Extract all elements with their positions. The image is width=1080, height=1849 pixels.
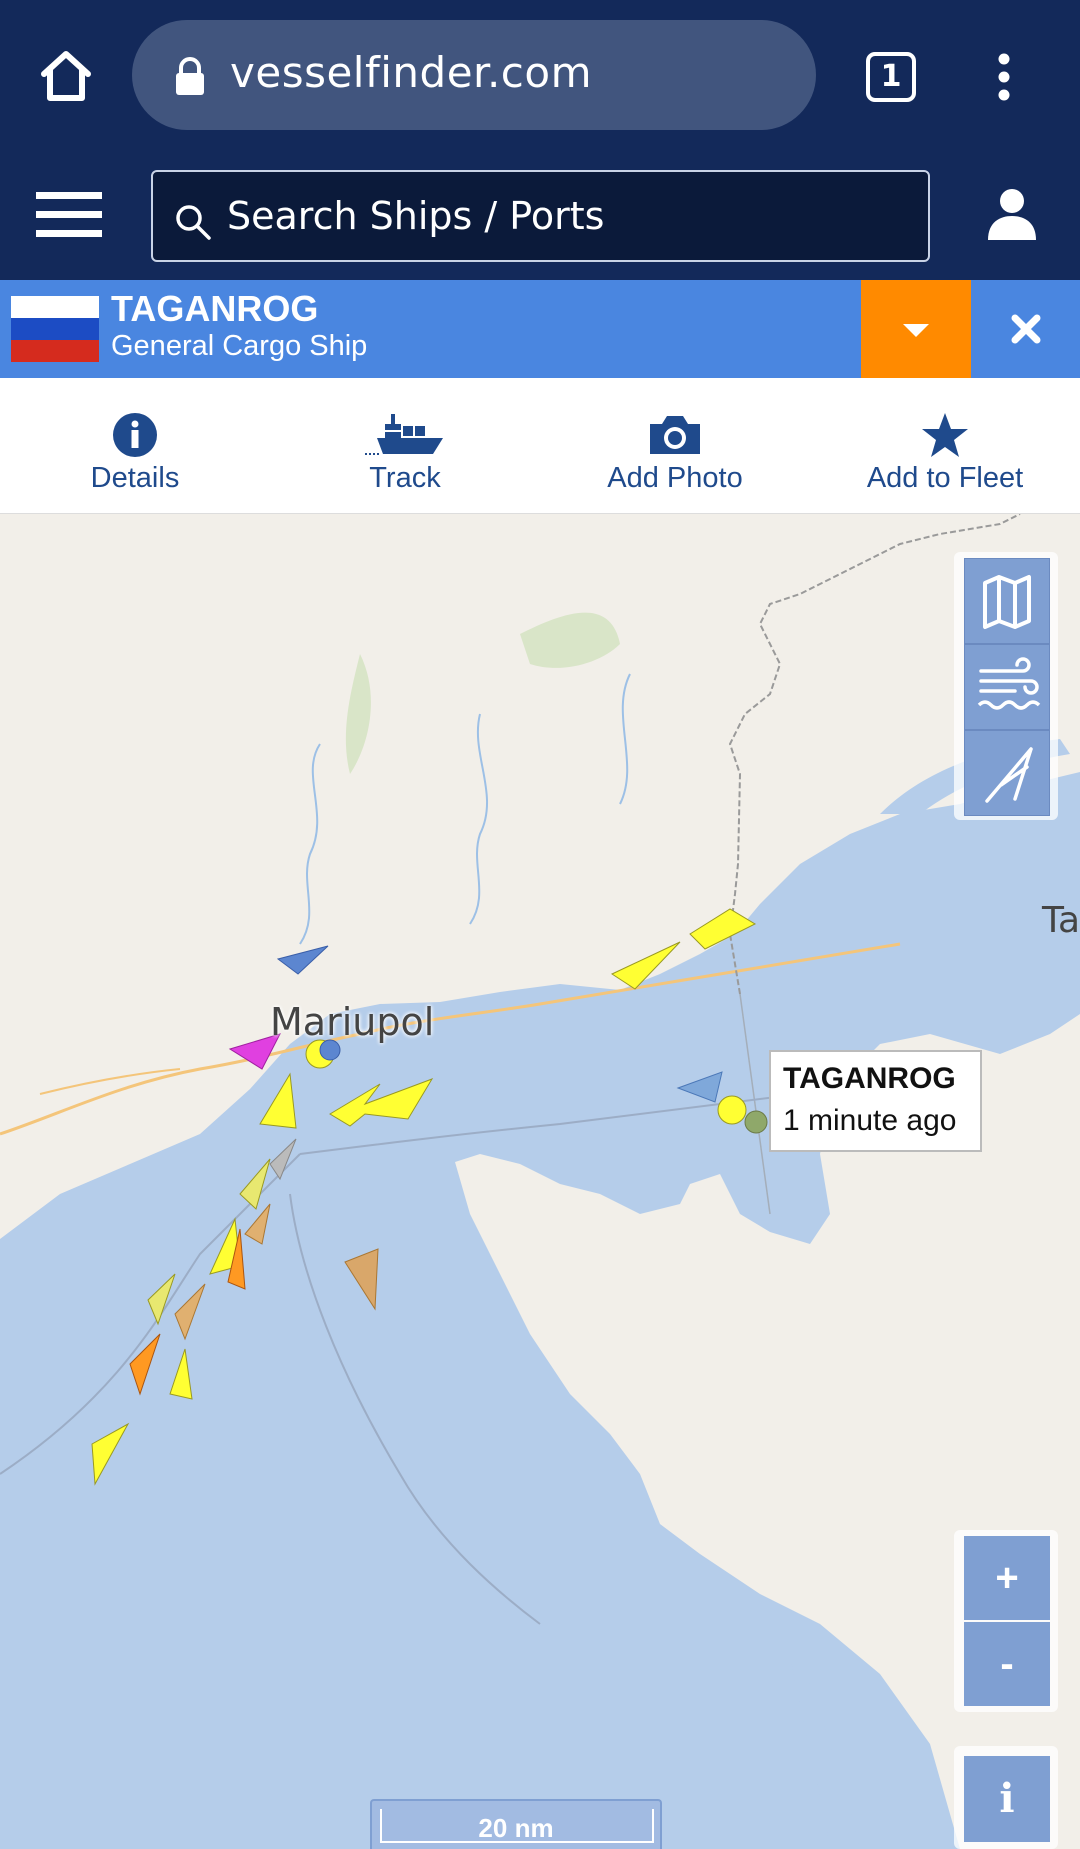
tooltip-time: 1 minute ago: [783, 1104, 957, 1137]
add-to-fleet-label: Add to Fleet: [866, 462, 1024, 494]
camera-icon: [650, 416, 700, 454]
map-icon: [983, 575, 1031, 629]
tooltip-vessel-name: TAGANROG: [783, 1062, 956, 1095]
app-header: Search Ships / Ports: [0, 152, 1080, 280]
map-view[interactable]: Mariupol Ta TAGANROG 1 minute ago + - i: [0, 514, 1080, 1849]
vessel-type: General Cargo Ship: [111, 330, 368, 362]
map-info-controls: i: [954, 1746, 1058, 1849]
search-icon: [176, 205, 211, 240]
home-icon[interactable]: [36, 46, 96, 106]
track-label: Track: [369, 462, 441, 494]
weather-layer-button[interactable]: [964, 644, 1050, 730]
map-info-button[interactable]: i: [964, 1756, 1050, 1842]
user-icon[interactable]: [984, 186, 1040, 242]
ship-icon: [365, 414, 443, 455]
measure-tool-button[interactable]: [964, 730, 1050, 816]
details-label: Details: [90, 462, 180, 494]
lock-icon: [176, 57, 204, 95]
tab-switcher-button[interactable]: 1: [866, 52, 916, 102]
close-icon: [1011, 314, 1041, 344]
details-button[interactable]: Details: [0, 378, 270, 514]
zoom-in-button[interactable]: +: [964, 1536, 1050, 1620]
url-text: vesselfinder.com: [230, 48, 593, 97]
menu-icon[interactable]: [36, 190, 102, 240]
expand-details-button[interactable]: [861, 280, 971, 378]
vessel-tooltip[interactable]: TAGANROG 1 minute ago: [769, 1050, 982, 1152]
add-photo-button[interactable]: Add Photo: [540, 378, 810, 514]
star-icon: [922, 413, 968, 457]
map-layer-controls: [954, 552, 1058, 820]
search-input[interactable]: Search Ships / Ports: [151, 170, 930, 262]
vessel-name: TAGANROG: [111, 288, 319, 329]
info-icon: [113, 413, 157, 457]
add-to-fleet-button[interactable]: Add to Fleet: [810, 378, 1080, 514]
compass-icon: [985, 747, 1033, 803]
search-placeholder: Search Ships / Ports: [227, 194, 605, 238]
zoom-controls: + -: [954, 1530, 1058, 1712]
close-button[interactable]: [971, 280, 1080, 378]
map-basemap: [0, 514, 1080, 1849]
caret-down-icon: [903, 324, 929, 337]
more-menu-icon[interactable]: [984, 52, 1024, 102]
map-type-button[interactable]: [964, 558, 1050, 644]
city-label-mariupol: Mariupol: [270, 1000, 435, 1044]
vessel-banner[interactable]: TAGANROG General Cargo Ship: [0, 280, 1080, 378]
add-photo-label: Add Photo: [607, 462, 743, 494]
action-bar: Details Track Add Photo Add to Fleet: [0, 378, 1080, 514]
scale-bar: 20 nm: [370, 1799, 662, 1849]
scale-label: 20 nm: [478, 1813, 554, 1843]
zoom-out-button[interactable]: -: [964, 1622, 1050, 1706]
wind-waves-icon: [977, 657, 1041, 710]
address-bar[interactable]: vesselfinder.com: [132, 20, 816, 130]
browser-toolbar: vesselfinder.com 1: [0, 0, 1080, 152]
russia-flag-icon: [11, 296, 99, 362]
track-button[interactable]: Track: [270, 378, 540, 514]
city-label-edge: Ta: [1042, 900, 1080, 941]
